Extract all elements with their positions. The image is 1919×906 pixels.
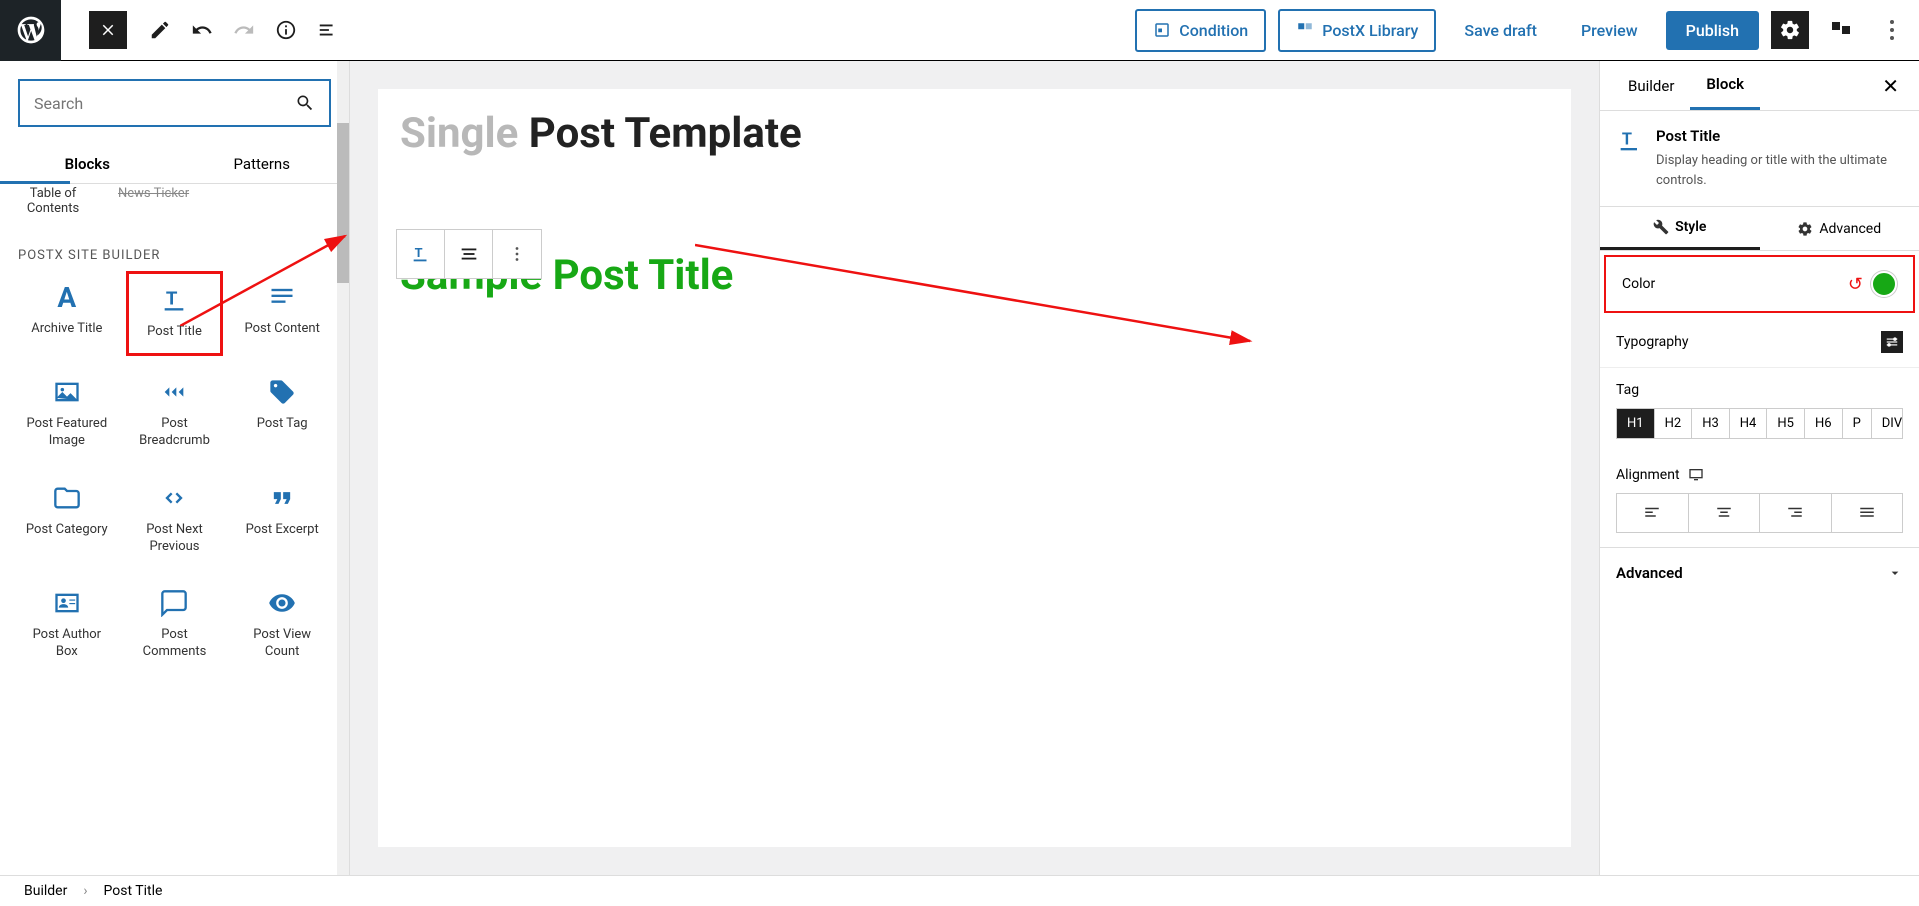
color-swatch[interactable] [1871, 271, 1897, 297]
block-table-of-contents-partial: Table of Contents [18, 186, 88, 216]
tag-label: Tag [1616, 382, 1903, 398]
block-post-category[interactable]: Post Category [18, 472, 116, 568]
svg-text:T: T [1622, 130, 1632, 149]
search-input[interactable] [18, 79, 331, 127]
breadcrumb-builder[interactable]: Builder [24, 883, 67, 899]
tag-h1[interactable]: H1 [1617, 409, 1655, 438]
save-draft-button[interactable]: Save draft [1448, 11, 1553, 50]
undo-icon[interactable] [183, 11, 221, 49]
typography-settings-icon[interactable] [1881, 331, 1903, 353]
preview-button[interactable]: Preview [1565, 11, 1654, 50]
info-icon[interactable] [267, 11, 305, 49]
block-post-author-box[interactable]: Post Author Box [18, 577, 116, 673]
align-center[interactable] [1689, 494, 1761, 532]
dashboard-icon[interactable] [1821, 11, 1859, 49]
align-justify[interactable] [1832, 494, 1903, 532]
publish-button[interactable]: Publish [1666, 11, 1759, 50]
redo-icon [225, 11, 263, 49]
post-title-icon: T [1616, 127, 1644, 155]
block-post-featured-image[interactable]: Post Featured Image [18, 366, 116, 462]
list-view-icon[interactable] [309, 11, 347, 49]
subtab-style[interactable]: Style [1600, 207, 1760, 250]
block-desc: Display heading or title with the ultima… [1656, 151, 1903, 190]
edit-icon[interactable] [141, 11, 179, 49]
tag-h2[interactable]: H2 [1655, 409, 1693, 438]
postx-library-button[interactable]: PostX Library [1278, 9, 1436, 52]
block-type-icon[interactable]: T [397, 230, 445, 278]
close-panel-icon[interactable]: ✕ [1874, 66, 1907, 106]
reset-icon[interactable]: ↺ [1848, 274, 1863, 295]
block-post-tag[interactable]: Post Tag [233, 366, 331, 462]
svg-text:T: T [166, 288, 178, 310]
svg-text:T: T [414, 246, 422, 261]
align-left[interactable] [1617, 494, 1689, 532]
block-post-view-count[interactable]: Post View Count [233, 577, 331, 673]
settings-icon[interactable] [1771, 11, 1809, 49]
doc-heading: Single Post Template [400, 109, 1549, 159]
breadcrumb: Builder › Post Title [0, 875, 1919, 906]
tab-builder[interactable]: Builder [1612, 63, 1690, 109]
align-right[interactable] [1760, 494, 1832, 532]
block-post-title[interactable]: TPost Title [126, 271, 224, 356]
typography-row[interactable]: Typography [1600, 317, 1919, 368]
chevron-down-icon [1887, 565, 1903, 581]
device-icon[interactable] [1688, 467, 1704, 483]
block-post-comments[interactable]: Post Comments [126, 577, 224, 673]
scrollbar[interactable] [337, 61, 349, 875]
more-options-icon[interactable] [1873, 11, 1911, 49]
tag-h3[interactable]: H3 [1692, 409, 1730, 438]
block-name-label: Post Title [1656, 127, 1903, 145]
breadcrumb-item[interactable]: Post Title [104, 883, 163, 899]
search-icon [295, 93, 315, 113]
tag-selector[interactable]: H1 H2 H3 H4 H5 H6 P DIV SPAN [1616, 408, 1903, 439]
tag-h6[interactable]: H6 [1805, 409, 1843, 438]
block-archive-title[interactable]: AArchive Title [18, 271, 116, 356]
tab-blocks[interactable]: Blocks [0, 145, 175, 183]
wordpress-logo[interactable] [0, 0, 61, 61]
tab-block[interactable]: Block [1690, 61, 1760, 110]
section-title: POSTX SITE BUILDER [18, 248, 331, 263]
block-post-next-previous[interactable]: Post Next Previous [126, 472, 224, 568]
alignment-label: Alignment [1616, 467, 1903, 483]
close-button[interactable] [89, 11, 127, 49]
condition-button[interactable]: Condition [1135, 9, 1266, 52]
tab-patterns[interactable]: Patterns [175, 145, 350, 183]
block-more-icon[interactable] [493, 230, 541, 278]
tag-h5[interactable]: H5 [1767, 409, 1805, 438]
tag-div[interactable]: DIV [1872, 409, 1903, 438]
block-post-content[interactable]: Post Content [233, 271, 331, 356]
block-post-excerpt[interactable]: Post Excerpt [233, 472, 331, 568]
align-icon[interactable] [445, 230, 493, 278]
block-toolbar[interactable]: T [396, 229, 542, 279]
tag-p[interactable]: P [1843, 409, 1872, 438]
chevron-right-icon: › [83, 883, 87, 899]
tag-h4[interactable]: H4 [1730, 409, 1768, 438]
sample-post-title[interactable]: Sample Post Title [400, 251, 1549, 300]
block-post-breadcrumb[interactable]: Post Breadcrumb [126, 366, 224, 462]
subtab-advanced[interactable]: Advanced [1760, 207, 1919, 250]
color-row[interactable]: Color ↺ [1604, 255, 1915, 313]
block-news-ticker-partial: News Ticker [118, 186, 189, 216]
advanced-accordion[interactable]: Advanced [1600, 547, 1919, 598]
